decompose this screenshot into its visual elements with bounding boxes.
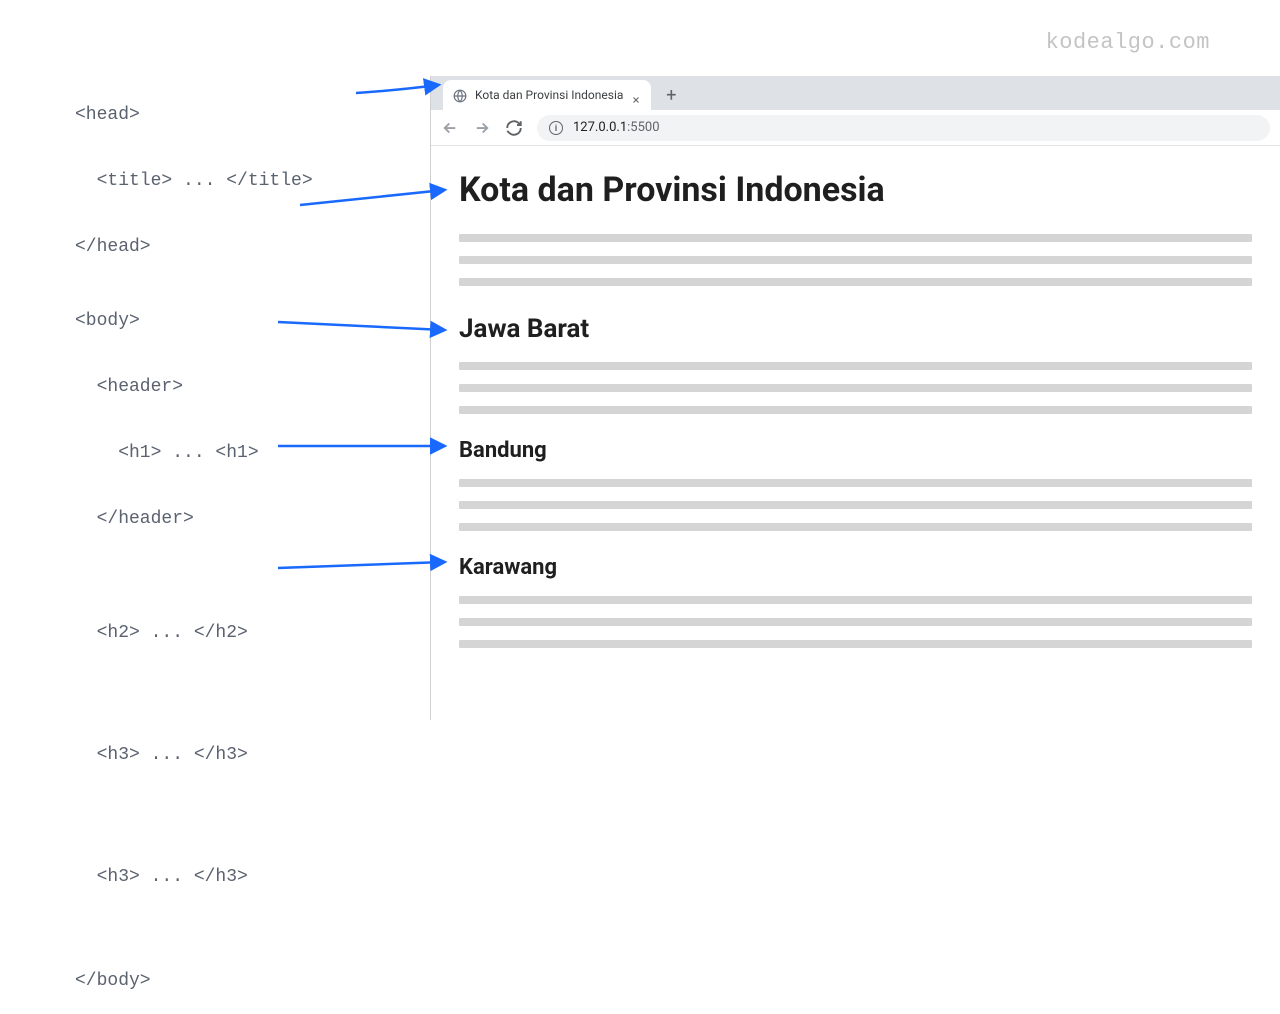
placeholder-line [459,596,1252,604]
placeholder-line [459,256,1252,264]
back-icon[interactable] [441,119,459,137]
code-header-close: </header> [75,508,313,530]
placeholder-line [459,362,1252,370]
browser-tab-title: Kota dan Provinsi Indonesia [475,88,623,102]
browser-tab-strip: Kota dan Provinsi Indonesia + [431,76,1280,110]
browser-toolbar: i 127.0.0.1:5500 [431,110,1280,146]
page-content: Kota dan Provinsi Indonesia Jawa Barat B… [431,146,1280,686]
placeholder-line [459,618,1252,626]
reload-icon[interactable] [505,119,523,137]
code-head-open: <head> [75,104,313,126]
code-h3-tag-1: <h3> ... </h3> [75,744,313,766]
page-heading-h2: Jawa Barat [459,314,1252,344]
code-body-open: <body> [75,310,313,332]
placeholder-line [459,278,1252,286]
url-text: 127.0.0.1:5500 [573,120,660,135]
placeholder-line [459,640,1252,648]
code-head-close: </head> [75,236,313,258]
url-port: :5500 [627,120,659,135]
placeholder-line [459,406,1252,414]
placeholder-line [459,501,1252,509]
arrow-title [356,85,438,93]
code-h1-tag: <h1> ... <h1> [75,442,313,464]
placeholder-line [459,523,1252,531]
code-pane: <head> <title> ... </title> </head> <bod… [75,60,313,1014]
page-heading-h3-2: Karawang [459,555,1252,580]
new-tab-button[interactable]: + [657,82,685,110]
close-icon[interactable] [631,90,641,100]
url-host: 127.0.0.1 [573,120,627,135]
code-header-open: <header> [75,376,313,398]
placeholder-line [459,384,1252,392]
code-title-tag: <title> ... </title> [75,170,313,192]
browser-window: Kota dan Provinsi Indonesia + i 127.0.0.… [430,76,1280,720]
arrow-h1 [300,190,444,205]
watermark-text: kodealgo.com [1046,30,1210,55]
code-h2-tag: <h2> ... </h2> [75,622,313,644]
code-body-close: </body> [75,970,313,992]
info-icon: i [549,121,563,135]
code-h3-tag-2: <h3> ... </h3> [75,866,313,888]
page-heading-h1: Kota dan Provinsi Indonesia [459,170,1252,210]
page-heading-h3-1: Bandung [459,438,1252,463]
browser-tab[interactable]: Kota dan Provinsi Indonesia [443,80,651,110]
globe-icon [453,88,467,102]
forward-icon[interactable] [473,119,491,137]
placeholder-line [459,479,1252,487]
address-bar[interactable]: i 127.0.0.1:5500 [537,115,1270,141]
placeholder-line [459,234,1252,242]
